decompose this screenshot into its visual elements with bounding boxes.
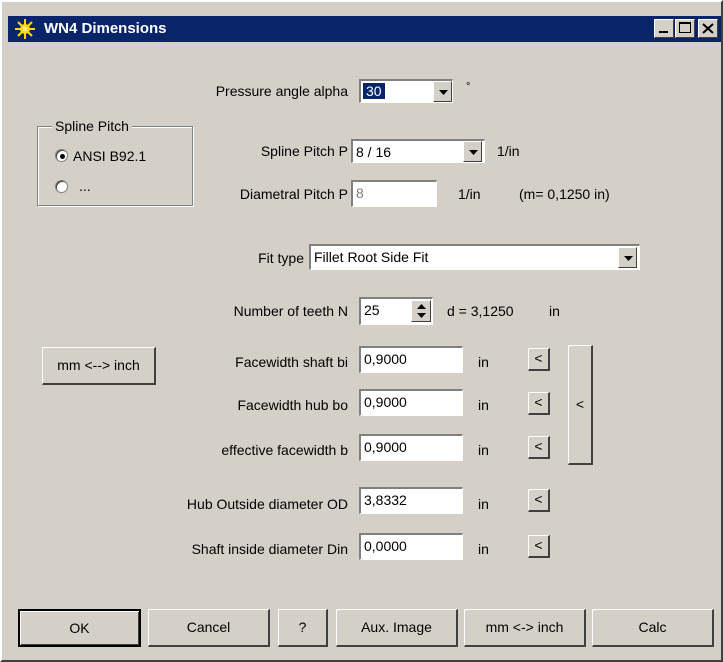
row-label: Hub Outside diameter OD	[186, 496, 348, 512]
spline-pitch-label: Spline Pitch P	[260, 143, 348, 159]
radio-button[interactable]	[55, 149, 68, 162]
ok-button[interactable]: OK	[18, 609, 141, 647]
row-unit: in	[478, 496, 489, 512]
copy-button[interactable]: <	[528, 348, 550, 371]
aux-image-button[interactable]: Aux. Image	[336, 609, 458, 647]
chevron-down-icon	[439, 90, 448, 95]
row-unit: in	[478, 354, 489, 370]
calc-button[interactable]: Calc	[592, 609, 714, 647]
mm-inch-side-button[interactable]: mm <--> inch	[42, 347, 156, 385]
window-title: WN4 Dimensions	[44, 20, 167, 37]
spinner-down-icon[interactable]	[417, 313, 426, 318]
maximize-icon	[679, 22, 691, 33]
radio-other-label: ...	[79, 178, 91, 194]
pitch-diameter-text: d = 3,1250	[447, 303, 514, 319]
aux-image-label: Aux. Image	[361, 619, 432, 635]
diametral-pitch-unit: 1/in	[458, 186, 481, 202]
close-icon	[702, 23, 714, 34]
effective-facewidth-field[interactable]: 0,9000	[359, 434, 463, 461]
spinner-buttons[interactable]	[411, 300, 431, 322]
row-label: Shaft inside diameter Din	[191, 541, 348, 557]
facewidth-shaft-field[interactable]: 0,9000	[359, 346, 463, 373]
diametral-pitch-label: Diametral Pitch P	[239, 186, 348, 202]
pressure-angle-select[interactable]: 30	[359, 79, 453, 103]
row-unit: in	[478, 541, 489, 557]
cancel-button[interactable]: Cancel	[148, 609, 270, 647]
calc-label: Calc	[638, 619, 667, 635]
pressure-angle-dropdown[interactable]	[433, 81, 452, 102]
teeth-label: Number of teeth N	[233, 303, 348, 319]
fit-type-label: Fit type	[258, 250, 304, 266]
copy-button-label: <	[534, 491, 543, 507]
spline-pitch-value: 8 / 16	[356, 144, 392, 160]
copy-button[interactable]: <	[528, 392, 550, 415]
minimize-button[interactable]	[654, 19, 674, 38]
copy-button-label: <	[534, 438, 543, 454]
ok-label: OK	[69, 620, 90, 636]
radio-button[interactable]	[55, 180, 68, 193]
close-button[interactable]	[698, 19, 718, 38]
teeth-value: 25	[364, 302, 380, 318]
spline-pitch-select[interactable]: 8 / 16	[351, 139, 485, 163]
copy-button-label: <	[534, 537, 543, 553]
mm-inch-label: mm <-> inch	[485, 619, 564, 635]
copy-all-label: <	[575, 396, 585, 412]
copy-all-button[interactable]: <	[568, 345, 593, 465]
cancel-label: Cancel	[186, 619, 231, 635]
mm-inch-side-label: mm <--> inch	[57, 357, 140, 373]
fit-type-value: Fillet Root Side Fit	[314, 249, 429, 265]
minimize-icon	[659, 31, 668, 33]
copy-button-label: <	[534, 350, 543, 366]
diametral-pitch-field: 8	[351, 180, 437, 207]
spline-pitch-group-title: Spline Pitch	[52, 117, 132, 135]
row-unit: in	[478, 442, 489, 458]
chevron-down-icon	[469, 150, 478, 155]
copy-button[interactable]: <	[528, 535, 550, 558]
chevron-down-icon	[624, 256, 633, 261]
spline-pitch-unit: 1/in	[497, 143, 520, 159]
teeth-spinner[interactable]: 25	[359, 297, 433, 325]
spline-pitch-dropdown[interactable]	[463, 141, 482, 162]
sun-icon	[14, 19, 36, 39]
mm-inch-button[interactable]: mm <-> inch	[464, 609, 586, 647]
copy-button-label: <	[534, 394, 543, 410]
row-label: Facewidth shaft bi	[235, 354, 348, 370]
help-label: ?	[298, 619, 307, 635]
facewidth-hub-field[interactable]: 0,9000	[359, 389, 463, 416]
radio-other[interactable]: ...	[55, 178, 185, 196]
pressure-angle-unit: °	[466, 81, 471, 93]
copy-button[interactable]: <	[528, 489, 550, 512]
hub-od-field[interactable]: 3,8332	[359, 487, 463, 514]
module-text: (m= 0,1250 in)	[519, 186, 610, 202]
pressure-angle-label: Pressure angle alpha	[215, 83, 348, 99]
maximize-button[interactable]	[675, 19, 695, 38]
radio-selected-dot	[60, 154, 65, 159]
pressure-angle-value: 30	[363, 83, 385, 99]
row-unit: in	[478, 397, 489, 413]
radio-ansi-label: ANSI B92.1	[73, 148, 147, 164]
row-label: Facewidth hub bo	[237, 397, 348, 413]
copy-button[interactable]: <	[528, 436, 550, 459]
fit-type-dropdown[interactable]	[618, 247, 637, 268]
fit-type-select[interactable]: Fillet Root Side Fit	[309, 244, 640, 270]
radio-ansi[interactable]: ANSI B92.1	[55, 147, 185, 165]
pitch-diameter-unit: in	[549, 303, 560, 319]
help-button[interactable]: ?	[278, 609, 328, 647]
spinner-up-icon[interactable]	[417, 304, 426, 309]
shaft-din-field[interactable]: 0,0000	[359, 533, 463, 560]
row-label: effective facewidth b	[221, 442, 348, 458]
